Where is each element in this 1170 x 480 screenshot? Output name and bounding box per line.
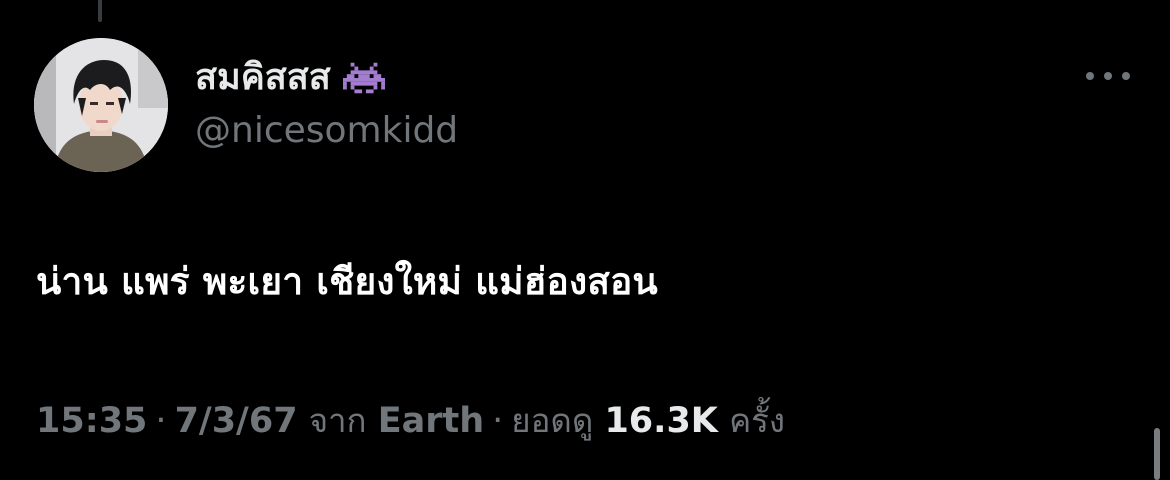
avatar[interactable] (34, 38, 168, 172)
avatar-photo (34, 38, 168, 172)
meta-separator: · (492, 401, 504, 441)
top-edge-artifact (98, 0, 102, 22)
alien-monster-icon (342, 61, 385, 95)
tweet-time[interactable]: 15:35 (36, 401, 147, 441)
more-horizontal-icon-dot (1122, 72, 1130, 80)
scrollbar[interactable] (1154, 428, 1160, 480)
author-handle[interactable]: @nicesomkidd (195, 109, 458, 153)
via-label: จาก (308, 401, 367, 440)
tweet-date[interactable]: 7/3/67 (175, 401, 298, 441)
more-horizontal-icon-dot (1086, 72, 1094, 80)
more-options-button[interactable] (1082, 64, 1134, 88)
tweet-source[interactable]: Earth (378, 401, 484, 441)
author-display-name-row[interactable]: สมคิสสส (195, 56, 385, 100)
meta-separator: · (155, 401, 167, 441)
author-display-name[interactable]: สมคิสสส (195, 56, 331, 100)
views-count[interactable]: 16.3K (604, 401, 717, 441)
tweet-meta: 15:35 · 7/3/67 จาก Earth · ยอดดู 16.3K ครั้ง (36, 398, 785, 444)
more-horizontal-icon-dot (1104, 72, 1112, 80)
views-label: ยอดดู (511, 401, 594, 440)
tweet-text: น่าน แพร่ พะเยา เชียงใหม่ แม่ฮ่องสอน (36, 260, 658, 303)
views-suffix: ครั้ง (729, 401, 785, 440)
